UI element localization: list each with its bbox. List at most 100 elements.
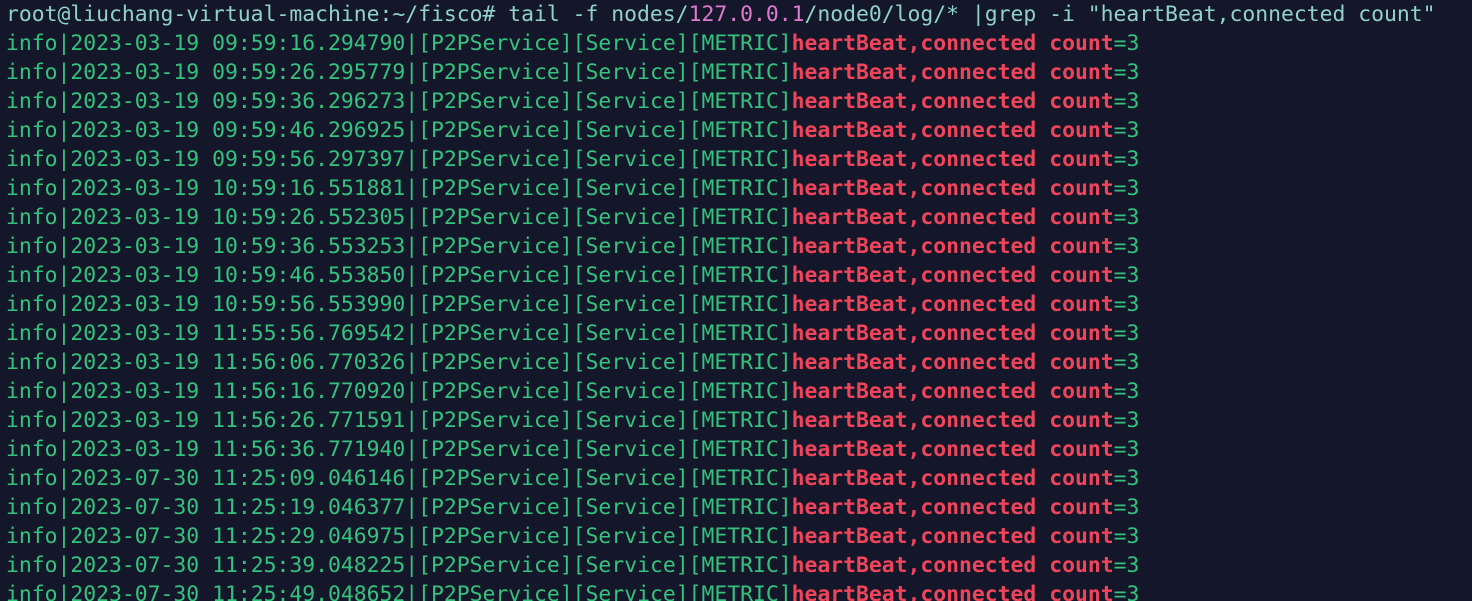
log-separator: | [405,147,419,172]
log-separator: | [57,147,71,172]
log-tags: [P2PService][Service][METRIC] [418,118,792,143]
log-level: info [6,234,58,259]
log-count-value: =3 [1113,379,1140,404]
log-match-highlight: count [1049,118,1114,143]
log-line: info|2023-03-19 10:59:56.553990|[P2PServ… [6,290,1472,319]
log-level: info [6,466,58,491]
log-level: info [6,60,58,85]
terminal-window[interactable]: root@liuchang-virtual-machine:~/fisco# t… [6,0,1472,601]
log-separator: | [405,234,419,259]
log-match-highlight: heartBeat,connected [791,292,1037,317]
log-timestamp: 2023-03-19 11:56:16.770920 [70,379,406,404]
log-separator: | [405,524,419,549]
log-tags: [P2PService][Service][METRIC] [418,321,792,346]
log-space [1036,89,1049,114]
log-level: info [6,205,58,230]
log-level: info [6,553,58,578]
log-match-highlight: heartBeat,connected [791,524,1037,549]
log-count-value: =3 [1113,176,1140,201]
log-space [1036,524,1049,549]
log-tags: [P2PService][Service][METRIC] [418,582,792,601]
log-separator: | [57,31,71,56]
log-level: info [6,176,58,201]
log-match-highlight: heartBeat,connected [791,176,1037,201]
log-space [1036,118,1049,143]
log-level: info [6,495,58,520]
log-separator: | [57,524,71,549]
log-space [1036,437,1049,462]
log-separator: | [57,89,71,114]
log-space [1036,176,1049,201]
log-level: info [6,263,58,288]
log-count-value: =3 [1113,89,1140,114]
log-separator: | [57,379,71,404]
log-separator: | [57,408,71,433]
command-line: root@liuchang-virtual-machine:~/fisco# t… [6,0,1472,29]
log-timestamp: 2023-03-19 09:59:46.296925 [70,118,406,143]
log-match-highlight: heartBeat,connected [791,582,1037,601]
log-separator: | [57,176,71,201]
log-tags: [P2PService][Service][METRIC] [418,147,792,172]
log-tags: [P2PService][Service][METRIC] [418,176,792,201]
log-count-value: =3 [1113,31,1140,56]
log-level: info [6,524,58,549]
log-match-highlight: count [1049,147,1114,172]
log-match-highlight: count [1049,60,1114,85]
log-line: info|2023-03-19 10:59:26.552305|[P2PServ… [6,203,1472,232]
log-timestamp: 2023-03-19 09:59:26.295779 [70,60,406,85]
log-separator: | [405,582,419,601]
log-tags: [P2PService][Service][METRIC] [418,524,792,549]
log-count-value: =3 [1113,437,1140,462]
log-separator: | [405,89,419,114]
log-separator: | [405,408,419,433]
log-timestamp: 2023-03-19 10:59:56.553990 [70,292,406,317]
shell-prompt: root@liuchang-virtual-machine:~/fisco# [6,2,496,27]
log-level: info [6,582,58,601]
log-line: info|2023-03-19 09:59:36.296273|[P2PServ… [6,87,1472,116]
log-match-highlight: heartBeat,connected [791,205,1037,230]
log-separator: | [405,31,419,56]
log-count-value: =3 [1113,118,1140,143]
log-line: info|2023-03-19 11:56:26.771591|[P2PServ… [6,406,1472,435]
log-space [1036,321,1049,346]
log-match-highlight: count [1049,234,1114,259]
log-separator: | [57,321,71,346]
log-line: info|2023-03-19 10:59:46.553850|[P2PServ… [6,261,1472,290]
log-timestamp: 2023-03-19 11:56:26.771591 [70,408,406,433]
log-separator: | [57,60,71,85]
log-count-value: =3 [1113,292,1140,317]
log-line: info|2023-03-19 09:59:16.294790|[P2PServ… [6,29,1472,58]
log-line: info|2023-07-30 11:25:19.046377|[P2PServ… [6,493,1472,522]
log-tags: [P2PService][Service][METRIC] [418,408,792,433]
log-count-value: =3 [1113,408,1140,433]
log-match-highlight: count [1049,205,1114,230]
log-space [1036,234,1049,259]
log-separator: | [405,437,419,462]
log-tags: [P2PService][Service][METRIC] [418,89,792,114]
log-tags: [P2PService][Service][METRIC] [418,553,792,578]
log-space [1036,263,1049,288]
log-separator: | [57,263,71,288]
log-space [1036,350,1049,375]
log-separator: | [405,553,419,578]
log-match-highlight: heartBeat,connected [791,60,1037,85]
log-level: info [6,118,58,143]
log-count-value: =3 [1113,524,1140,549]
log-match-highlight: heartBeat,connected [791,118,1037,143]
log-line: info|2023-07-30 11:25:39.048225|[P2PServ… [6,551,1472,580]
log-tags: [P2PService][Service][METRIC] [418,350,792,375]
log-line: info|2023-03-19 09:59:56.297397|[P2PServ… [6,145,1472,174]
log-match-highlight: heartBeat,connected [791,466,1037,491]
log-separator: | [57,437,71,462]
log-line: info|2023-03-19 09:59:46.296925|[P2PServ… [6,116,1472,145]
log-level: info [6,379,58,404]
log-match-highlight: count [1049,524,1114,549]
log-separator: | [57,466,71,491]
log-count-value: =3 [1113,321,1140,346]
log-timestamp: 2023-03-19 10:59:26.552305 [70,205,406,230]
log-space [1036,147,1049,172]
log-space [1036,292,1049,317]
log-tags: [P2PService][Service][METRIC] [418,60,792,85]
log-space [1036,466,1049,491]
log-separator: | [57,234,71,259]
